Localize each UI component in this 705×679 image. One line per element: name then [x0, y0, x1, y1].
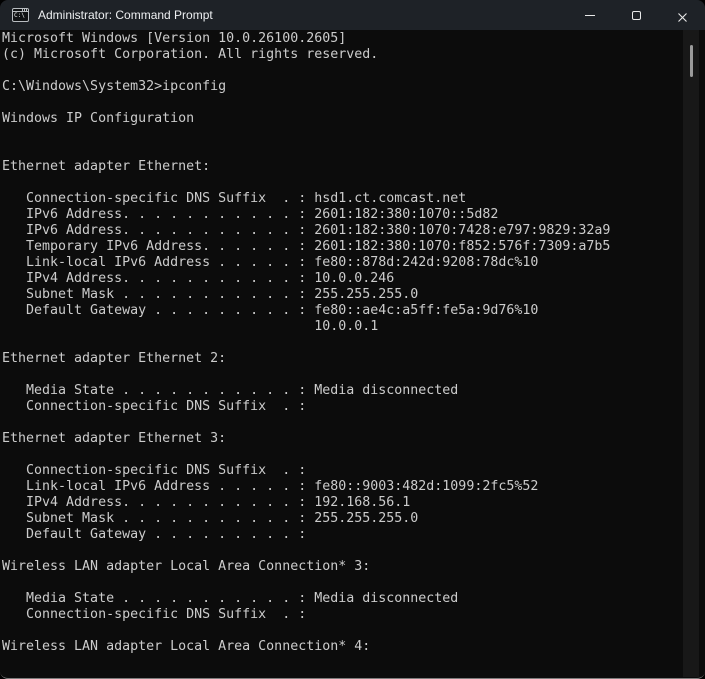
- terminal-line: Connection-specific DNS Suffix . :: [2, 399, 683, 415]
- title-bar[interactable]: C:\ Administrator: Command Prompt: [0, 0, 705, 30]
- terminal-line: Temporary IPv6 Address. . . . . . : 2601…: [2, 239, 683, 255]
- terminal-line: Default Gateway . . . . . . . . . :: [2, 527, 683, 543]
- terminal-line: IPv6 Address. . . . . . . . . . . : 2601…: [2, 207, 683, 223]
- terminal-line: [2, 575, 683, 591]
- terminal-line: Windows IP Configuration: [2, 111, 683, 127]
- terminal-line: Microsoft Windows [Version 10.0.26100.26…: [2, 31, 683, 47]
- terminal-line: Default Gateway . . . . . . . . . : fe80…: [2, 303, 683, 319]
- terminal-line: IPv6 Address. . . . . . . . . . . : 2601…: [2, 223, 683, 239]
- terminal-line: [2, 95, 683, 111]
- window-title: Administrator: Command Prompt: [38, 8, 213, 22]
- title-bar-left: C:\ Administrator: Command Prompt: [0, 0, 213, 30]
- terminal-line: Connection-specific DNS Suffix . :: [2, 463, 683, 479]
- scrollbar-track[interactable]: [683, 30, 699, 677]
- terminal-line: [2, 127, 683, 143]
- terminal-line: IPv4 Address. . . . . . . . . . . : 192.…: [2, 495, 683, 511]
- maximize-icon: [632, 11, 641, 20]
- terminal-line: [2, 623, 683, 639]
- terminal-viewport[interactable]: Microsoft Windows [Version 10.0.26100.26…: [0, 30, 705, 677]
- terminal-line: Media State . . . . . . . . . . . : Medi…: [2, 383, 683, 399]
- terminal-line: Media State . . . . . . . . . . . : Medi…: [2, 591, 683, 607]
- terminal-line: Wireless LAN adapter Local Area Connecti…: [2, 639, 683, 655]
- terminal-line: (c) Microsoft Corporation. All rights re…: [2, 47, 683, 63]
- terminal-line: Connection-specific DNS Suffix . :: [2, 607, 683, 623]
- terminal-line: [2, 655, 683, 671]
- terminal-line: Connection-specific DNS Suffix . : hsd1.…: [2, 191, 683, 207]
- terminal-line: Ethernet adapter Ethernet 2:: [2, 351, 683, 367]
- terminal-output: Microsoft Windows [Version 10.0.26100.26…: [2, 31, 683, 677]
- terminal-line: Link-local IPv6 Address . . . . . : fe80…: [2, 479, 683, 495]
- terminal-line: [2, 335, 683, 351]
- terminal-line: 10.0.0.1: [2, 319, 683, 335]
- terminal-line: [2, 143, 683, 159]
- close-button[interactable]: [659, 0, 705, 30]
- window-controls: [567, 0, 705, 30]
- cmd-icon-label: C:\: [14, 13, 25, 19]
- terminal-line: IPv4 Address. . . . . . . . . . . : 10.0…: [2, 271, 683, 287]
- terminal-line: C:\Windows\System32>ipconfig: [2, 79, 683, 95]
- terminal-line: Ethernet adapter Ethernet 3:: [2, 431, 683, 447]
- maximize-button[interactable]: [613, 0, 659, 30]
- terminal-line: [2, 367, 683, 383]
- terminal-line: [2, 447, 683, 463]
- terminal-line: [2, 175, 683, 191]
- command-prompt-window: C:\ Administrator: Command Prompt Micros…: [0, 0, 705, 679]
- scrollbar-thumb[interactable]: [690, 45, 693, 77]
- terminal-line: Subnet Mask . . . . . . . . . . . : 255.…: [2, 287, 683, 303]
- minimize-icon: [585, 15, 595, 16]
- close-icon: [677, 10, 688, 21]
- terminal-line: Ethernet adapter Ethernet:: [2, 159, 683, 175]
- cmd-icon[interactable]: C:\: [12, 8, 29, 22]
- terminal-line: Wireless LAN adapter Local Area Connecti…: [2, 559, 683, 575]
- terminal-line: [2, 63, 683, 79]
- terminal-line: [2, 543, 683, 559]
- terminal-line: [2, 415, 683, 431]
- terminal-line: Subnet Mask . . . . . . . . . . . : 255.…: [2, 511, 683, 527]
- minimize-button[interactable]: [567, 0, 613, 30]
- terminal-line: Link-local IPv6 Address . . . . . : fe80…: [2, 255, 683, 271]
